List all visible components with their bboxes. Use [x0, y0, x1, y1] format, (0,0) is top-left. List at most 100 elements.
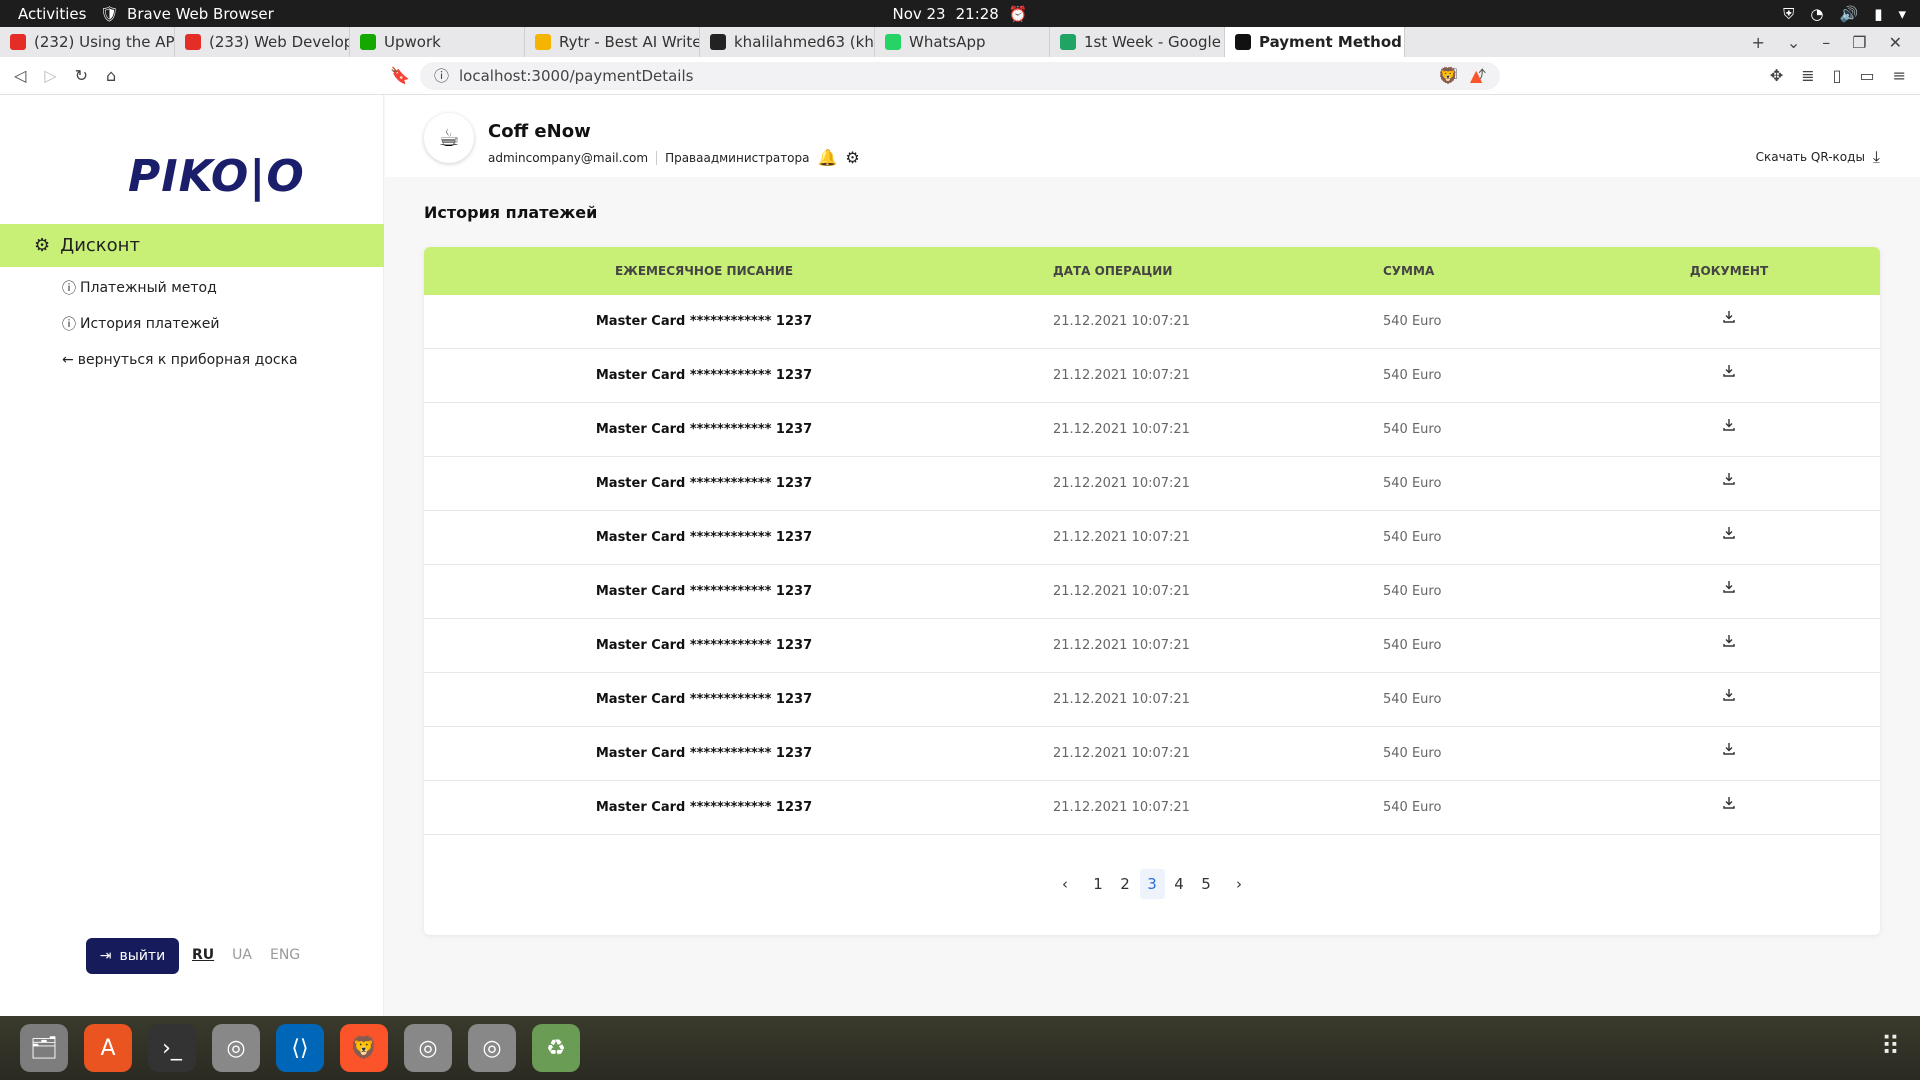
payments-table: ЕЖЕМЕСЯЧНОЕ ПИСАНИЕ ДАТА ОПЕРАЦИИ СУММА …	[424, 247, 1880, 935]
cell-amount: 540 Euro	[1383, 584, 1442, 599]
menu-icon[interactable]: ≡	[1893, 66, 1906, 85]
pagination-page[interactable]: 4	[1167, 869, 1192, 899]
cell-card: Master Card ************ 1237	[595, 314, 813, 329]
active-app-menu[interactable]: 🛡 Brave Web Browser	[100, 5, 274, 23]
table-row: Master Card ************ 1237 21.12.2021 …	[424, 349, 1880, 403]
browser-tab[interactable]: Rytr - Best AI Writer, Cont	[525, 27, 700, 57]
info-icon[interactable]: ⓘ	[434, 65, 449, 86]
pagination: ‹ 12345 ›	[424, 869, 1880, 899]
brave-rewards-icon[interactable]: ▲	[1470, 66, 1482, 85]
download-icon[interactable]	[1722, 634, 1736, 648]
forward-icon[interactable]: ▷	[44, 66, 56, 85]
close-icon[interactable]: ✕	[1889, 33, 1902, 52]
cell-card: Master Card ************ 1237	[595, 800, 813, 815]
pagination-prev-icon[interactable]: ‹	[1053, 869, 1078, 899]
vscode-icon[interactable]: ⟨⟩	[276, 1024, 324, 1072]
pagination-next-icon[interactable]: ›	[1227, 869, 1252, 899]
disk-icon[interactable]: ◎	[404, 1024, 452, 1072]
dock: 🗂 A ›_ ◎ ⟨⟩ 🦁 ◎ ◎ ♻ ⠿	[0, 1016, 1920, 1080]
download-icon[interactable]	[1722, 310, 1736, 324]
cell-amount: 540 Euro	[1383, 638, 1442, 653]
download-icon[interactable]	[1722, 580, 1736, 594]
sidebar-item-back-to-dashboard[interactable]: ← вернуться к приборная доска	[62, 351, 298, 369]
language-eng[interactable]: ENG	[270, 947, 300, 963]
cell-date: 21.12.2021 10:07:21	[1053, 476, 1190, 491]
logout-icon: ⇥	[99, 948, 112, 964]
cell-document	[1624, 580, 1880, 601]
browser-tab[interactable]: WhatsApp	[875, 27, 1050, 57]
browser-tab[interactable]: (233) Web Development T	[175, 27, 350, 57]
system-tray[interactable]: ⛨ ◔ 🔊 ▮ ▾	[1783, 5, 1906, 23]
trash-icon[interactable]: ♻	[532, 1024, 580, 1072]
sidebar-item-payment-method[interactable]: ⓘ Платежный метод	[62, 279, 298, 297]
restore-icon[interactable]: ❐	[1852, 33, 1866, 52]
show-applications-icon[interactable]: ⠿	[1881, 1032, 1900, 1062]
wallet-icon[interactable]: ▭	[1859, 66, 1874, 85]
extensions-icon[interactable]: ✥	[1770, 66, 1783, 85]
cell-date: 21.12.2021 10:07:21	[1053, 314, 1190, 329]
reload-icon[interactable]: ↻	[75, 66, 88, 85]
disk-icon[interactable]: ◎	[468, 1024, 516, 1072]
back-icon[interactable]: ◁	[14, 66, 26, 85]
sidebar-icon[interactable]: ▯	[1833, 66, 1842, 85]
sidebar-item-payment-history[interactable]: ⓘ История платежей	[62, 315, 298, 333]
cell-card: Master Card ************ 1237	[595, 530, 813, 545]
terminal-icon[interactable]: ›_	[148, 1024, 196, 1072]
download-icon[interactable]	[1722, 526, 1736, 540]
download-icon[interactable]	[1722, 364, 1736, 378]
address-bar[interactable]: ⓘ localhost:3000/paymentDetails ⚿ ⤴	[420, 61, 1500, 90]
pagination-page[interactable]: 3	[1139, 869, 1165, 899]
bookmark-icon[interactable]: 🔖	[390, 66, 410, 85]
browser-tab-title: Upwork	[384, 33, 441, 51]
download-qr-button[interactable]: Скачать QR-коды ⤓	[1756, 147, 1880, 167]
browser-tab[interactable]: 1st Week - Google Drive	[1050, 27, 1225, 57]
clock[interactable]: Nov 23 21:28 ⏰	[892, 5, 1027, 23]
company-meta: admincompany@mail.com Праваадминистратор…	[488, 148, 860, 167]
table-row: Master Card ************ 1237 21.12.2021 …	[424, 727, 1880, 781]
table-row: Master Card ************ 1237 21.12.2021 …	[424, 673, 1880, 727]
activities-button[interactable]: Activities	[0, 5, 100, 23]
bell-icon[interactable]: 🔔	[818, 148, 838, 167]
chevron-down-icon[interactable]: ⌄	[1787, 33, 1800, 52]
sidebar-item-label: вернуться к приборная доска	[77, 352, 298, 368]
company-avatar[interactable]: ☕	[424, 113, 474, 163]
browser-tab-strip: (232) Using the API Endpo (233) Web Devel…	[0, 27, 1920, 57]
column-header-amount: СУММА	[1383, 264, 1435, 278]
download-icon[interactable]	[1722, 796, 1736, 810]
download-icon[interactable]	[1722, 688, 1736, 702]
disk-icon[interactable]: ◎	[212, 1024, 260, 1072]
url-text[interactable]: localhost:3000/paymentDetails	[459, 67, 693, 85]
browser-tab[interactable]: khalilahmed63 (khalil ahm	[700, 27, 875, 57]
minimize-icon[interactable]: –	[1822, 33, 1830, 52]
sidebar-item-label: История платежей	[80, 316, 220, 332]
sidebar-section-discount[interactable]: ⚙ Дисконт	[0, 224, 384, 267]
company-name: Coff eNow	[488, 121, 591, 142]
cell-date: 21.12.2021 10:07:21	[1053, 422, 1190, 437]
pagination-page[interactable]: 5	[1194, 869, 1219, 899]
logout-button[interactable]: ⇥ выйти	[86, 938, 179, 974]
divider	[656, 150, 658, 165]
browser-tab[interactable]: Payment Method✕	[1225, 27, 1405, 57]
app-center-icon[interactable]: A	[84, 1024, 132, 1072]
download-icon[interactable]	[1722, 742, 1736, 756]
home-icon[interactable]: ⌂	[106, 66, 116, 85]
download-qr-label: Скачать QR-коды	[1755, 150, 1865, 164]
cell-card: Master Card ************ 1237	[595, 368, 813, 383]
browser-tab[interactable]: Upwork	[350, 27, 525, 57]
files-icon[interactable]: 🗂	[20, 1024, 68, 1072]
language-ru[interactable]: RU	[192, 947, 214, 963]
pagination-page[interactable]: 1	[1086, 869, 1111, 899]
new-tab-icon[interactable]: +	[1751, 33, 1764, 52]
brave-shields-icon[interactable]: 🦁	[1438, 66, 1458, 85]
logo[interactable]: PIKO|O	[128, 151, 305, 202]
playlist-icon[interactable]: ≣	[1801, 66, 1814, 85]
brave-icon[interactable]: 🦁	[340, 1024, 388, 1072]
download-icon[interactable]	[1722, 472, 1736, 486]
column-header-document: ДОКУМЕНТ	[1689, 264, 1769, 278]
logout-label: выйти	[119, 948, 166, 964]
gear-icon[interactable]: ⚙	[845, 148, 859, 167]
download-icon[interactable]	[1722, 418, 1736, 432]
language-ua[interactable]: UA	[232, 947, 252, 963]
browser-tab[interactable]: (232) Using the API Endpo	[0, 27, 175, 57]
pagination-page[interactable]: 2	[1113, 869, 1138, 899]
